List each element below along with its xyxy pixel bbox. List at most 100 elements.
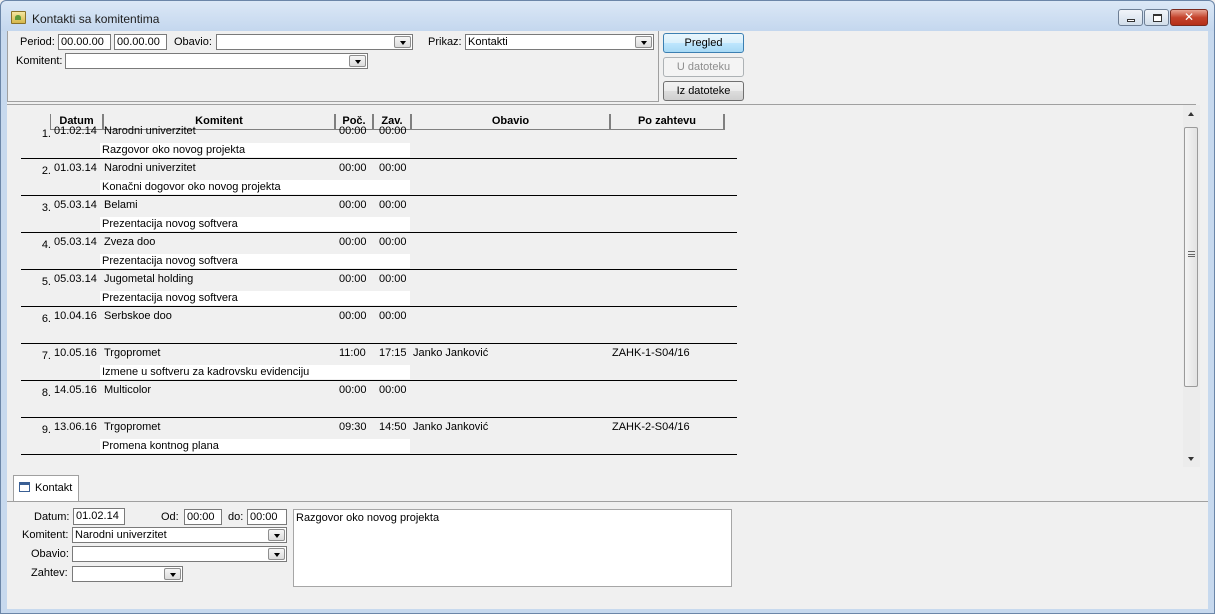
maximize-icon bbox=[1153, 14, 1162, 22]
iz-datoteke-button[interactable]: Iz datoteke bbox=[663, 81, 744, 101]
period-label: Period: bbox=[20, 36, 55, 48]
row-number: 3. bbox=[41, 202, 51, 214]
chevron-down-icon[interactable] bbox=[635, 36, 652, 48]
row-number: 9. bbox=[41, 424, 51, 436]
chevron-down-icon[interactable] bbox=[349, 55, 366, 67]
cell-datum: 05.03.14 bbox=[54, 273, 97, 285]
detail-note-textarea[interactable]: Razgovor oko novog projekta bbox=[293, 509, 732, 587]
cell-note: Prezentacija novog softvera bbox=[100, 254, 410, 268]
table-row[interactable]: 9. 13.06.16 Trgopromet 09:30 14:50 Janko Jank… bbox=[7, 418, 737, 455]
cell-datum: 10.05.16 bbox=[54, 347, 97, 359]
cell-poc: 11:00 bbox=[339, 347, 366, 359]
detail-obavio-select[interactable] bbox=[72, 546, 287, 562]
detail-do-input[interactable]: 00:00 bbox=[247, 509, 287, 525]
cell-datum: 01.03.14 bbox=[54, 162, 97, 174]
scroll-thumb[interactable] bbox=[1184, 127, 1198, 387]
cell-zav: 00:00 bbox=[379, 236, 407, 248]
chevron-down-icon[interactable] bbox=[394, 36, 411, 48]
pregled-button[interactable]: Pregled bbox=[663, 33, 744, 53]
window-icon bbox=[19, 482, 30, 492]
row-number: 1. bbox=[41, 128, 51, 140]
table-row[interactable]: 3. 05.03.14 Belami 00:00 00:00 Prezentacija n… bbox=[7, 196, 737, 233]
cell-komitent: Trgopromet bbox=[104, 347, 161, 359]
table-row[interactable]: 4. 05.03.14 Zveza doo 00:00 00:00 Prezentacij… bbox=[7, 233, 737, 270]
cell-zahtev: ZAHK-1-S04/16 bbox=[612, 347, 690, 359]
row-number: 2. bbox=[41, 165, 51, 177]
row-number: 8. bbox=[41, 387, 51, 399]
maximize-button[interactable] bbox=[1144, 9, 1169, 26]
detail-datum-label: Datum: bbox=[34, 511, 70, 523]
komitent-select[interactable] bbox=[65, 53, 368, 69]
cell-datum: 10.04.16 bbox=[54, 310, 97, 322]
close-button[interactable]: ✕ bbox=[1170, 9, 1208, 26]
cell-poc: 09:30 bbox=[339, 421, 367, 433]
detail-komitent-label: Komitent: bbox=[22, 529, 69, 541]
contacts-grid: Datum Komitent Poč. Zav. Obavio Po zahte… bbox=[7, 104, 1200, 467]
detail-obavio-label: Obavio: bbox=[31, 548, 69, 560]
row-number: 7. bbox=[41, 350, 51, 362]
cell-datum: 14.05.16 bbox=[54, 384, 97, 396]
prikaz-label: Prikaz: bbox=[428, 36, 462, 48]
period-to-input[interactable]: 00.00.00 bbox=[114, 34, 167, 50]
cell-komitent: Belami bbox=[104, 199, 138, 211]
detail-do-label: do: bbox=[228, 511, 244, 523]
window-controls: ✕ bbox=[1117, 9, 1208, 26]
cell-komitent: Narodni univerzitet bbox=[104, 125, 196, 137]
obavio-label: Obavio: bbox=[174, 36, 212, 48]
cell-komitent: Serbskoe doo bbox=[104, 310, 172, 322]
tab-kontakt[interactable]: Kontakt bbox=[13, 475, 79, 501]
cell-komitent: Multicolor bbox=[104, 384, 152, 396]
row-number: 5. bbox=[41, 276, 51, 288]
cell-komitent: Narodni univerzitet bbox=[104, 162, 196, 174]
cell-note: Prezentacija novog softvera bbox=[100, 291, 410, 305]
cell-datum: 01.02.14 bbox=[54, 125, 97, 137]
filter-panel: Period: 00.00.00 00.00.00 Obavio: Prikaz… bbox=[7, 31, 659, 102]
detail-datum-input[interactable]: 01.02.14 bbox=[73, 508, 125, 525]
detail-komitent-select[interactable]: Narodni univerzitet bbox=[72, 527, 287, 543]
table-row[interactable]: 7. 10.05.16 Trgopromet 11:00 17:15 Janko Jank… bbox=[7, 344, 737, 381]
komitent-label: Komitent: bbox=[16, 55, 63, 67]
cell-poc: 00:00 bbox=[339, 236, 367, 248]
cell-datum: 13.06.16 bbox=[54, 421, 97, 433]
chevron-down-icon[interactable] bbox=[268, 529, 285, 541]
cell-zav: 00:00 bbox=[379, 310, 407, 322]
chevron-down-icon[interactable] bbox=[164, 568, 181, 580]
cell-note: Konačni dogovor oko novog projekta bbox=[100, 180, 410, 194]
cell-zav: 17:15 bbox=[379, 347, 407, 359]
table-row[interactable]: 8. 14.05.16 Multicolor 00:00 00:00 bbox=[7, 381, 737, 418]
scroll-up-icon[interactable] bbox=[1183, 105, 1200, 122]
scroll-down-icon[interactable] bbox=[1183, 450, 1200, 467]
vertical-scrollbar[interactable] bbox=[1183, 105, 1200, 467]
table-row[interactable]: 1. 01.02.14 Narodni univerzitet 00:00 00:00 R… bbox=[7, 122, 737, 159]
title-bar[interactable]: Kontakti sa komitentima ✕ bbox=[1, 1, 1214, 31]
prikaz-select[interactable]: Kontakti bbox=[465, 34, 654, 50]
detail-komitent-value: Narodni univerzitet bbox=[75, 529, 167, 541]
u-datoteku-button[interactable]: U datoteku bbox=[663, 57, 744, 77]
cell-note: Prezentacija novog softvera bbox=[100, 217, 410, 231]
client-area: Period: 00.00.00 00.00.00 Obavio: Prikaz… bbox=[7, 31, 1208, 609]
cell-komitent: Zveza doo bbox=[104, 236, 156, 248]
obavio-select[interactable] bbox=[216, 34, 413, 50]
detail-od-input[interactable]: 00:00 bbox=[184, 509, 222, 525]
cell-zav: 00:00 bbox=[379, 162, 407, 174]
period-from-input[interactable]: 00.00.00 bbox=[58, 34, 111, 50]
grip-icon bbox=[1188, 251, 1195, 257]
table-row[interactable]: 2. 01.03.14 Narodni univerzitet 00:00 00:00 K… bbox=[7, 159, 737, 196]
close-icon: ✕ bbox=[1183, 10, 1195, 24]
cell-obavio: Janko Janković bbox=[413, 347, 489, 359]
cell-zav: 14:50 bbox=[379, 421, 407, 433]
application-window: Kontakti sa komitentima ✕ Period: 00.00.… bbox=[0, 0, 1215, 614]
prikaz-select-value: Kontakti bbox=[468, 36, 508, 48]
cell-zahtev: ZAHK-2-S04/16 bbox=[612, 421, 690, 433]
cell-datum: 05.03.14 bbox=[54, 199, 97, 211]
chevron-down-icon[interactable] bbox=[268, 548, 285, 560]
cell-note: Izmene u softveru za kadrovsku evidencij… bbox=[100, 365, 410, 379]
cell-obavio: Janko Janković bbox=[413, 421, 489, 433]
minimize-button[interactable] bbox=[1118, 9, 1143, 26]
contacts-app-icon bbox=[11, 11, 26, 24]
table-row[interactable]: 6. 10.04.16 Serbskoe doo 00:00 00:00 bbox=[7, 307, 737, 344]
table-row[interactable]: 5. 05.03.14 Jugometal holding 00:00 00:00 Pre… bbox=[7, 270, 737, 307]
window-title: Kontakti sa komitentima bbox=[32, 12, 160, 26]
detail-zahtev-select[interactable] bbox=[72, 566, 183, 582]
detail-zahtev-label: Zahtev: bbox=[31, 567, 68, 579]
